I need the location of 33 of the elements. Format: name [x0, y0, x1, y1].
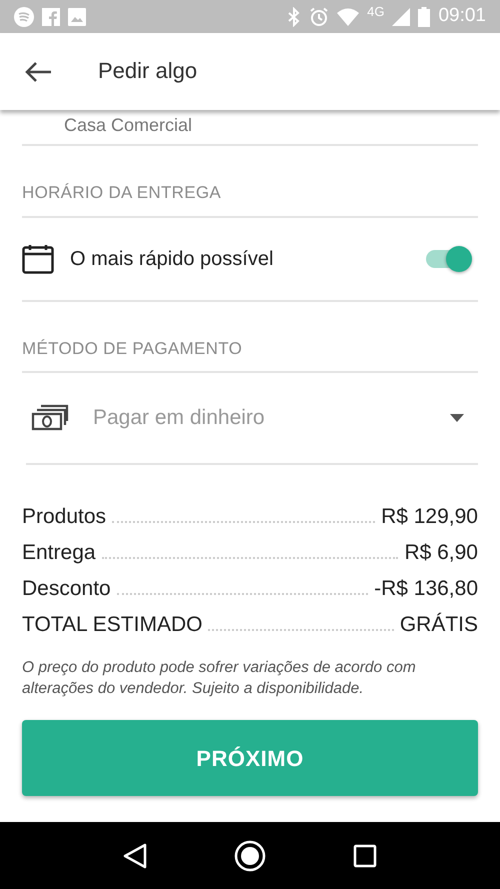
bluetooth-icon — [287, 6, 302, 26]
alarm-icon — [309, 6, 330, 26]
summary-label: Desconto — [22, 576, 111, 602]
calendar-icon — [22, 244, 54, 274]
delivery-option-label: O mais rápido possível — [70, 246, 274, 272]
summary-label: TOTAL ESTIMADO — [22, 612, 202, 638]
address-text: Casa Comercial — [64, 114, 194, 136]
clock: 09:01 — [438, 4, 486, 28]
summary-value: -R$ 136,80 — [374, 576, 478, 602]
payment-dropdown[interactable]: Pagar em dinheiro — [22, 373, 478, 463]
summary-value: R$ 6,90 — [404, 540, 478, 566]
summary-label: Produtos — [22, 504, 106, 530]
cash-icon — [31, 404, 69, 432]
back-nav-icon[interactable] — [123, 842, 148, 868]
battery-icon — [418, 6, 430, 26]
page-title: Pedir algo — [98, 58, 198, 85]
summary-value: R$ 129,90 — [381, 504, 478, 530]
music-app-icon — [14, 6, 34, 26]
back-arrow-icon[interactable] — [24, 60, 52, 82]
section-heading: HORÁRIO DA ENTREGA — [22, 182, 222, 204]
caret-icon — [450, 414, 464, 422]
home-nav-icon[interactable] — [234, 840, 266, 872]
signal-icon — [392, 8, 410, 26]
wifi-icon — [337, 8, 360, 26]
section-heading: MÉTODO DE PAGAMENTO — [22, 338, 244, 360]
disclaimer-text: O preço do produto pode sofrer variações de acordo com alterações do vendedor. Sujeito a disponibilidade. — [22, 658, 417, 699]
social-app-icon — [42, 8, 60, 26]
recents-nav-icon[interactable] — [352, 844, 377, 868]
image-icon — [68, 8, 86, 26]
network-type: 4G — [367, 2, 384, 21]
next-button[interactable]: PRÓXIMO — [22, 720, 478, 796]
summary-value: GRÁTIS — [400, 612, 478, 638]
summary-label: Entrega — [22, 540, 96, 566]
